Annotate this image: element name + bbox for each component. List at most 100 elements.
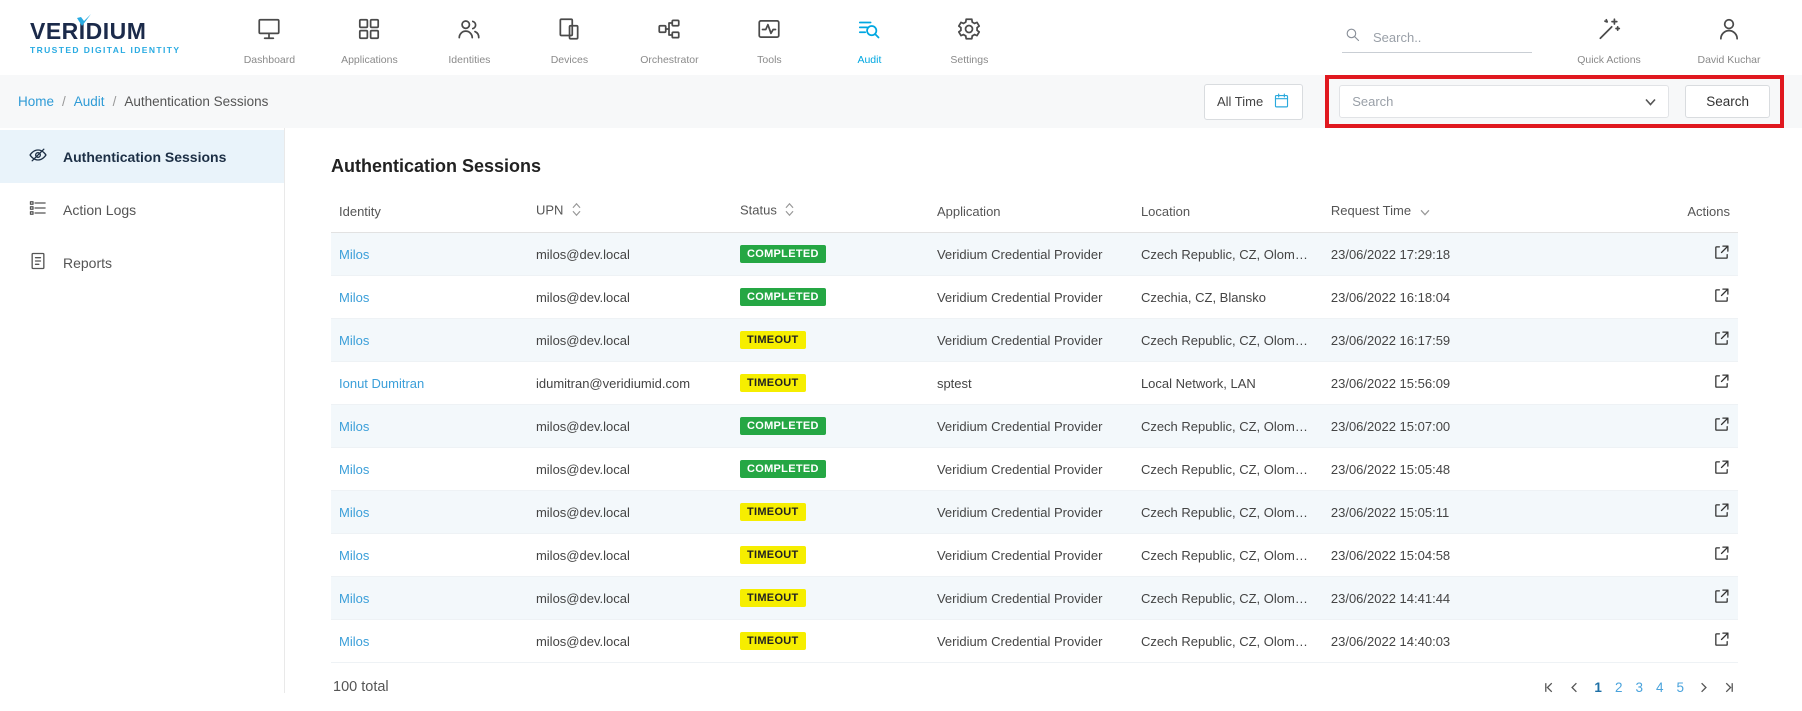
- top-navigation: VERIDIUM TRUSTED DIGITAL IDENTITY Dashbo…: [0, 0, 1802, 75]
- nav-item-applications[interactable]: Applications: [326, 10, 412, 66]
- identity-link[interactable]: Milos: [339, 634, 369, 649]
- user-menu[interactable]: David Kuchar: [1686, 10, 1772, 66]
- annotation-highlight: Search Search: [1325, 75, 1784, 128]
- page-4-button[interactable]: 4: [1656, 680, 1664, 695]
- brand-name: VERIDIUM: [30, 20, 180, 43]
- open-session-icon[interactable]: [1713, 631, 1730, 648]
- request-time-cell: 23/06/2022 14:41:44: [1323, 577, 1527, 620]
- application-cell: Veridium Credential Provider: [929, 319, 1133, 362]
- breadcrumb: Home / Audit / Authentication Sessions: [18, 94, 268, 109]
- open-session-icon[interactable]: [1713, 416, 1730, 433]
- upn-cell: milos@dev.local: [528, 491, 732, 534]
- sort-desc-icon: [1420, 204, 1430, 219]
- filter-search-button[interactable]: Search: [1685, 85, 1770, 118]
- request-time-cell: 23/06/2022 15:05:11: [1323, 491, 1527, 534]
- status-badge: COMPLETED: [740, 288, 826, 306]
- status-badge: TIMEOUT: [740, 503, 806, 521]
- column-header-status[interactable]: Status: [732, 193, 929, 233]
- breadcrumb-audit[interactable]: Audit: [74, 94, 105, 109]
- open-session-icon[interactable]: [1713, 588, 1730, 605]
- sidebar-item-reports[interactable]: Reports: [0, 236, 284, 289]
- nav-item-tools[interactable]: Tools: [726, 10, 812, 66]
- location-cell: Czechia, CZ, Blansko: [1133, 276, 1323, 319]
- quick-actions-button[interactable]: Quick Actions: [1566, 10, 1652, 66]
- next-page-button[interactable]: [1697, 681, 1710, 694]
- sort-both-icon: [572, 205, 581, 220]
- previous-page-button[interactable]: [1568, 681, 1581, 694]
- upn-cell: milos@dev.local: [528, 233, 732, 276]
- global-search: [1342, 22, 1532, 53]
- status-badge: COMPLETED: [740, 460, 826, 478]
- open-session-icon[interactable]: [1713, 330, 1730, 347]
- first-page-button[interactable]: [1542, 681, 1555, 694]
- audit-icon: [856, 16, 882, 47]
- location-cell: Czech Republic, CZ, Olomuc..: [1133, 534, 1323, 577]
- application-cell: Veridium Credential Provider: [929, 491, 1133, 534]
- user-icon: [1716, 16, 1742, 47]
- nav-item-audit[interactable]: Audit: [826, 10, 912, 66]
- time-range-button[interactable]: All Time: [1204, 84, 1303, 120]
- open-session-icon[interactable]: [1713, 287, 1730, 304]
- identity-link[interactable]: Milos: [339, 333, 369, 348]
- identity-link[interactable]: Ionut Dumitran: [339, 376, 424, 391]
- table-row: Milos milos@dev.local TIMEOUT Veridium C…: [331, 319, 1738, 362]
- identity-link[interactable]: Milos: [339, 505, 369, 520]
- nav-label: Identities: [448, 54, 490, 66]
- orchestrator-icon: [656, 16, 682, 47]
- identity-link[interactable]: Milos: [339, 548, 369, 563]
- reports-icon: [28, 251, 48, 274]
- nav-item-identities[interactable]: Identities: [426, 10, 512, 66]
- last-page-button[interactable]: [1723, 681, 1736, 694]
- application-cell: Veridium Credential Provider: [929, 276, 1133, 319]
- open-session-icon[interactable]: [1713, 459, 1730, 476]
- column-header-upn[interactable]: UPN: [528, 193, 732, 233]
- nav-label: Orchestrator: [640, 54, 698, 66]
- table-header-row: Identity UPN Status: [331, 193, 1738, 233]
- table-row: Milos milos@dev.local COMPLETED Veridium…: [331, 276, 1738, 319]
- nav-label: Applications: [341, 54, 398, 66]
- filter-search-placeholder: Search: [1352, 94, 1393, 109]
- tools-icon: [756, 16, 782, 47]
- page-3-button[interactable]: 3: [1635, 680, 1643, 695]
- column-header-request-time[interactable]: Request Time: [1323, 193, 1527, 233]
- settings-gear-icon: [956, 16, 982, 47]
- identity-link[interactable]: Milos: [339, 419, 369, 434]
- filter-search-dropdown[interactable]: Search: [1339, 85, 1669, 118]
- upn-cell: milos@dev.local: [528, 448, 732, 491]
- table-footer: 100 total 12345: [331, 663, 1738, 711]
- global-search-input[interactable]: [1371, 29, 1511, 46]
- open-session-icon[interactable]: [1713, 502, 1730, 519]
- nav-item-orchestrator[interactable]: Orchestrator: [626, 10, 712, 66]
- nav-item-dashboard[interactable]: Dashboard: [226, 10, 312, 66]
- nav-item-settings[interactable]: Settings: [926, 10, 1012, 66]
- page-2-button[interactable]: 2: [1615, 680, 1623, 695]
- status-badge: TIMEOUT: [740, 546, 806, 564]
- sidebar-item-action-logs[interactable]: Action Logs: [0, 183, 284, 236]
- veridium-logo[interactable]: VERIDIUM TRUSTED DIGITAL IDENTITY: [30, 20, 180, 55]
- table-row: Milos milos@dev.local TIMEOUT Veridium C…: [331, 534, 1738, 577]
- identity-link[interactable]: Milos: [339, 290, 369, 305]
- upn-cell: milos@dev.local: [528, 534, 732, 577]
- column-header-location: Location: [1133, 193, 1323, 233]
- identity-link[interactable]: Milos: [339, 591, 369, 606]
- identity-link[interactable]: Milos: [339, 462, 369, 477]
- location-cell: Czech Republic, CZ, Olomuc..: [1133, 319, 1323, 362]
- upn-cell: milos@dev.local: [528, 405, 732, 448]
- breadcrumb-separator: /: [62, 94, 66, 109]
- breadcrumb-home[interactable]: Home: [18, 94, 54, 109]
- nav-item-devices[interactable]: Devices: [526, 10, 612, 66]
- identity-link[interactable]: Milos: [339, 247, 369, 262]
- nav-label: Tools: [757, 54, 782, 66]
- open-session-icon[interactable]: [1713, 545, 1730, 562]
- table-row: Ionut Dumitran idumitran@veridiumid.com …: [331, 362, 1738, 405]
- filter-area: All Time Search Search: [1204, 75, 1784, 128]
- page-5-button[interactable]: 5: [1676, 680, 1684, 695]
- page-1-button[interactable]: 1: [1594, 680, 1602, 695]
- sidebar-item-authentication-sessions[interactable]: Authentication Sessions: [0, 130, 284, 183]
- quick-actions-label: Quick Actions: [1577, 54, 1641, 66]
- open-session-icon[interactable]: [1713, 373, 1730, 390]
- sidebar-item-label: Action Logs: [63, 202, 136, 218]
- status-badge: COMPLETED: [740, 245, 826, 263]
- open-session-icon[interactable]: [1713, 244, 1730, 261]
- nav-label: Devices: [551, 54, 588, 66]
